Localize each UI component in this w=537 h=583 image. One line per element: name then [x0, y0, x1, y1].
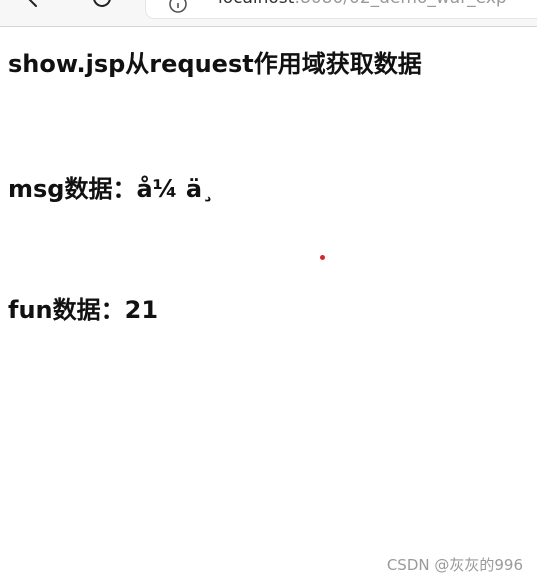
back-arrow-icon	[28, 0, 37, 7]
url-path: :8080/02_demo_war_exp	[294, 0, 506, 8]
fun-line: fun数据：21	[8, 290, 158, 325]
page-content: show.jsp从request作用域获取数据 msg数据：å¼ ä¸ fun数…	[0, 26, 537, 583]
msg-line: msg数据：å¼ ä¸	[8, 169, 214, 204]
address-bar[interactable]: localhost:8080/02_demo_war_exp	[146, 0, 537, 18]
watermark: CSDN @灰灰的996	[386, 556, 523, 574]
info-icon[interactable]	[168, 0, 188, 14]
red-dot	[320, 255, 325, 260]
back-button[interactable]	[20, 0, 48, 12]
browser-toolbar: localhost:8080/02_demo_war_exp	[0, 0, 537, 27]
msg-value: å¼ ä¸	[136, 175, 215, 203]
refresh-icon	[93, 0, 111, 7]
fun-label: fun数据：	[8, 296, 125, 324]
msg-label: msg数据：	[8, 175, 137, 203]
fun-value: 21	[124, 296, 159, 324]
url-host: localhost	[218, 0, 294, 8]
page-title: show.jsp从request作用域获取数据	[8, 50, 422, 78]
refresh-button[interactable]	[88, 0, 116, 12]
url-text: localhost:8080/02_demo_war_exp	[218, 0, 507, 8]
